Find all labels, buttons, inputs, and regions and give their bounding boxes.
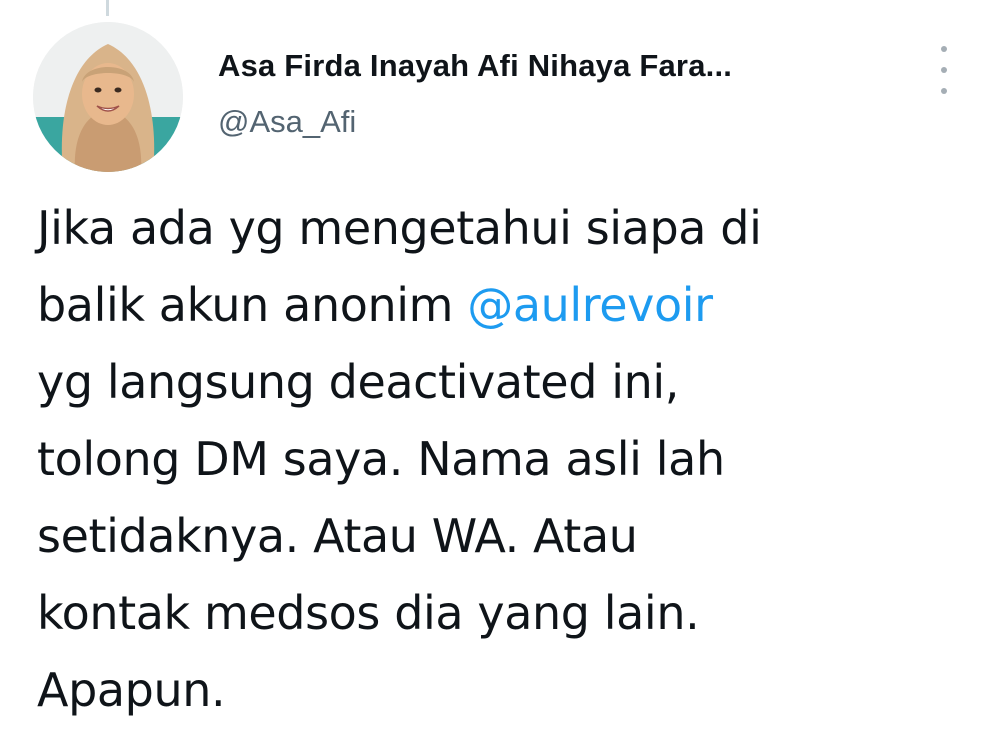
tweet-line: balik akun anonim @aulrevoir (37, 267, 977, 344)
more-options-button[interactable] (930, 46, 958, 94)
tweet-line: Apapun. (37, 663, 226, 717)
more-vertical-icon (941, 46, 947, 94)
author-display-name[interactable]: Asa Firda Inayah Afi Nihaya Fara... (218, 46, 898, 86)
avatar[interactable] (33, 22, 183, 172)
mention-link[interactable]: @aulrevoir (467, 278, 713, 332)
tweet-line: Jika ada yg mengetahui siapa di (37, 201, 762, 255)
tweet-line: setidaknya. Atau WA. Atau (37, 509, 638, 563)
tweet-line: kontak medsos dia yang lain. (37, 586, 700, 640)
tweet-line-text: balik akun anonim (37, 278, 468, 332)
avatar-image (33, 22, 183, 172)
thread-connector-line (106, 0, 109, 16)
tweet-line: tolong DM saya. Nama asli lah (37, 432, 725, 486)
tweet-text: Jika ada yg mengetahui siapa di balik ak… (37, 190, 977, 729)
tweet-line: yg langsung deactivated ini, (37, 355, 679, 409)
author-handle[interactable]: @Asa_Afi (218, 102, 898, 142)
author-info: Asa Firda Inayah Afi Nihaya Fara... @Asa… (218, 46, 898, 142)
